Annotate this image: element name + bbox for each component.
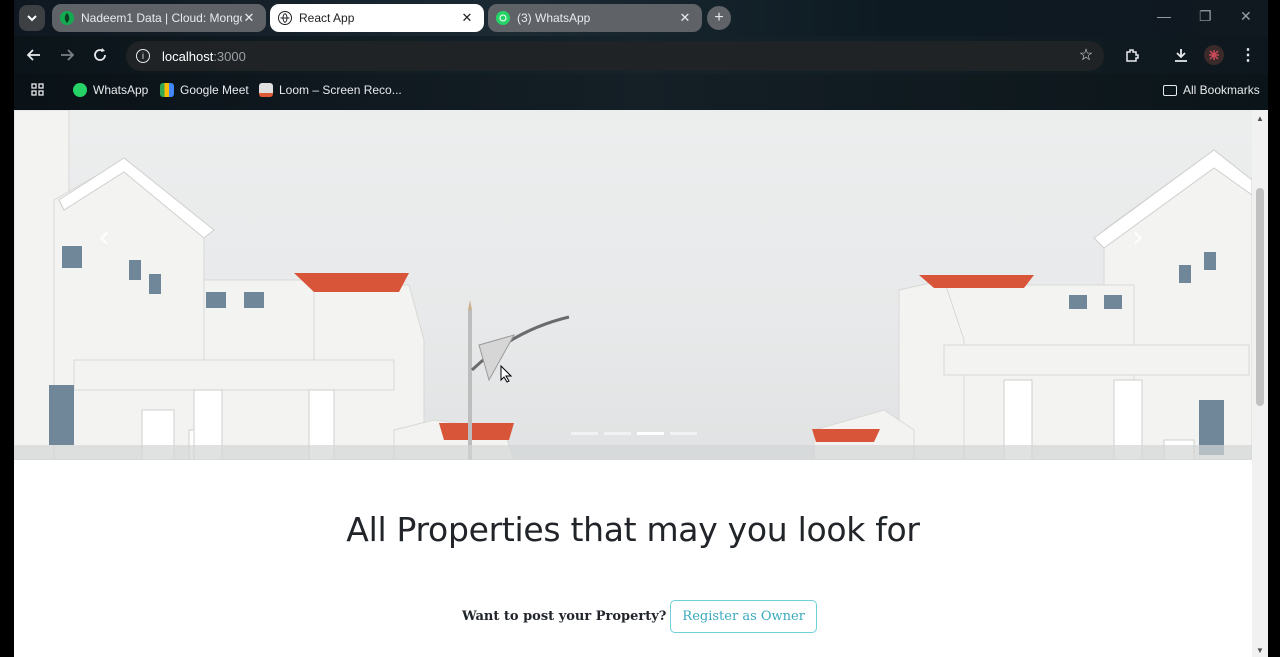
tab-title: React App xyxy=(299,11,355,25)
mouse-cursor-icon xyxy=(500,365,512,383)
page-heading: All Properties that may you look for xyxy=(346,510,920,549)
star-bookmark-icon[interactable]: ☆ xyxy=(1076,45,1096,65)
address-bar[interactable]: i localhost:3000 xyxy=(126,41,1104,71)
close-icon[interactable]: ✕ xyxy=(460,10,474,26)
url-host: localhost xyxy=(162,48,214,64)
bookmark-label: WhatsApp xyxy=(93,83,149,97)
apps-grid-icon[interactable] xyxy=(31,83,45,97)
bookmark-google-meet[interactable]: Google Meet xyxy=(160,83,249,97)
owner-prompt: Want to post your Property? xyxy=(462,609,667,624)
site-info-icon[interactable]: i xyxy=(136,49,150,63)
back-arrow-icon[interactable] xyxy=(24,45,44,65)
bookmark-loom[interactable]: Loom – Screen Reco... xyxy=(259,83,402,97)
tab-mongodb[interactable]: Nadeem1 Data | Cloud: MongoDB ✕ xyxy=(52,4,266,32)
download-icon[interactable] xyxy=(1171,45,1191,65)
scrollbar-thumb[interactable] xyxy=(1256,188,1264,406)
new-tab-button[interactable]: + xyxy=(707,6,731,30)
scroll-down-arrow-icon[interactable]: ▼ xyxy=(1256,646,1264,655)
register-owner-button[interactable]: Register as Owner xyxy=(670,600,817,633)
more-menu-icon[interactable]: ⋮ xyxy=(1238,45,1258,65)
carousel-next-button[interactable]: › xyxy=(1132,220,1144,255)
bookmarks-bar: WhatsApp Google Meet Loom – Screen Reco.… xyxy=(14,74,1268,110)
tab-title: Nadeem1 Data | Cloud: MongoDB xyxy=(81,11,242,25)
google-meet-icon xyxy=(160,83,174,97)
forward-arrow-icon[interactable] xyxy=(57,45,77,65)
carousel-prev-button[interactable]: ‹ xyxy=(98,220,110,255)
mongodb-leaf-icon xyxy=(60,11,74,25)
restore-icon[interactable]: ❐ xyxy=(1199,8,1212,25)
whatsapp-icon xyxy=(73,83,87,97)
bookmark-label: Loom – Screen Reco... xyxy=(279,83,402,97)
loom-icon xyxy=(259,83,273,97)
tab-search-button[interactable] xyxy=(19,5,45,31)
page-scrollbar[interactable]: ▲ ▼ xyxy=(1252,110,1268,657)
owner-cta: Want to post your Property? Register as … xyxy=(462,600,817,633)
close-window-icon[interactable]: ✕ xyxy=(1240,8,1252,25)
profile-avatar[interactable] xyxy=(1204,45,1224,65)
hero-carousel: ‹ › xyxy=(14,110,1252,460)
page-content: ‹ › All Properties that may you look for… xyxy=(14,110,1252,657)
tab-react-app[interactable]: React App ✕ xyxy=(270,4,484,32)
carousel-indicator[interactable] xyxy=(604,432,631,435)
tab-whatsapp[interactable]: (3) WhatsApp ✕ xyxy=(488,4,702,32)
close-icon[interactable]: ✕ xyxy=(242,10,256,26)
carousel-indicators xyxy=(571,432,697,435)
house-photo xyxy=(14,110,1252,460)
folder-icon xyxy=(1163,84,1177,96)
whatsapp-icon xyxy=(496,11,510,25)
carousel-indicator[interactable] xyxy=(637,432,664,435)
tab-title: (3) WhatsApp xyxy=(517,11,591,25)
scroll-up-arrow-icon[interactable]: ▲ xyxy=(1256,114,1264,123)
chevron-down-icon xyxy=(27,15,37,22)
browser-toolbar: i localhost:3000 ☆ ⋮ xyxy=(14,36,1268,74)
tab-strip: Nadeem1 Data | Cloud: MongoDB ✕ React Ap… xyxy=(14,0,1268,36)
carousel-indicator[interactable] xyxy=(571,432,598,435)
bookmark-label: Google Meet xyxy=(180,83,249,97)
browser-window: Nadeem1 Data | Cloud: MongoDB ✕ React Ap… xyxy=(14,0,1268,657)
url-port: :3000 xyxy=(213,48,246,64)
all-bookmarks[interactable]: All Bookmarks xyxy=(1163,83,1260,97)
minimize-icon[interactable]: — xyxy=(1157,8,1171,24)
globe-icon xyxy=(278,11,292,25)
close-icon[interactable]: ✕ xyxy=(678,10,692,26)
extensions-puzzle-icon[interactable] xyxy=(1122,45,1142,65)
reload-icon[interactable] xyxy=(90,45,110,65)
carousel-indicator[interactable] xyxy=(670,432,697,435)
all-bookmarks-label: All Bookmarks xyxy=(1183,83,1260,97)
bookmark-whatsapp[interactable]: WhatsApp xyxy=(73,83,148,97)
